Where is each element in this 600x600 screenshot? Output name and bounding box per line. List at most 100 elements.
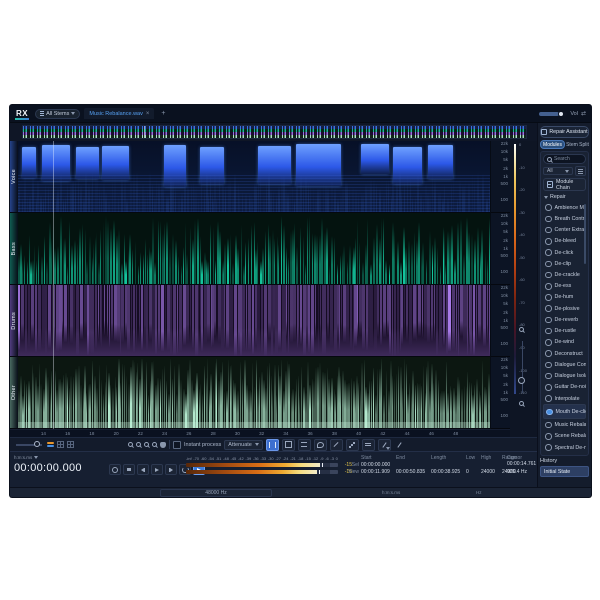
module-item-music-rebalance[interactable]: Music Rebalance: [543, 419, 586, 430]
file-tab[interactable]: Music Rebalance.wav ×: [84, 108, 155, 119]
tab-close-icon[interactable]: ×: [146, 111, 150, 117]
zoom-in-time-icon[interactable]: [136, 442, 141, 447]
module-item-de-clip[interactable]: De-clip: [543, 258, 586, 269]
category-filter-select[interactable]: All: [543, 167, 573, 175]
draw-tool[interactable]: [377, 438, 391, 451]
grid-settings-icon[interactable]: [57, 441, 64, 448]
module-label: Guitar De-noise: [554, 384, 587, 391]
pencil-tool[interactable]: [394, 440, 405, 450]
interpolate-icon: [545, 395, 552, 402]
module-label: De-reverb: [554, 316, 579, 323]
list-view-icon[interactable]: [575, 166, 586, 176]
volume-slider[interactable]: [539, 110, 568, 117]
section-repair[interactable]: Repair: [543, 193, 586, 200]
spectrogram-waveform-blend-slider[interactable]: [16, 441, 42, 448]
stem-label-drums[interactable]: Drums: [10, 285, 18, 356]
search-input[interactable]: [554, 156, 582, 162]
spectrogram-area: Voice Bass Drums Other 22k 10k 5k 2k 1k 500 100 22…: [10, 141, 537, 438]
frequency-selection-tool[interactable]: [297, 438, 311, 451]
brush-selection-tool[interactable]: [329, 438, 343, 451]
previous-button[interactable]: [137, 464, 149, 475]
overview-minimap[interactable]: [22, 125, 527, 139]
module-label: Ambience Match: [554, 204, 587, 211]
display-options-icon[interactable]: [67, 441, 74, 448]
spectrogram-track-voice[interactable]: [18, 141, 490, 212]
zoom-out-time-icon[interactable]: [128, 442, 133, 447]
module-label: Deconstruct: [554, 350, 583, 357]
zoom-tool-icon[interactable]: [152, 442, 157, 447]
module-label: Interpolate: [554, 395, 580, 402]
spectrogram-blend-icon[interactable]: [47, 442, 54, 447]
volume-slider-knob[interactable]: [558, 110, 565, 117]
stop-button[interactable]: [123, 464, 135, 475]
freq-tick-label: 5k: [503, 157, 508, 163]
stem-label-other[interactable]: Other: [10, 357, 18, 428]
module-item-breath-control[interactable]: Breath Control: [543, 213, 586, 224]
module-item-dialogue-contour[interactable]: Dialogue Contour: [543, 359, 586, 370]
module-item-de-plosive[interactable]: De-plosive: [543, 303, 586, 314]
vertical-zoom-knob[interactable]: [518, 377, 525, 384]
stem-label-bass[interactable]: Bass: [10, 213, 18, 284]
module-item-de-reverb[interactable]: De-reverb: [543, 314, 586, 325]
instant-process-checkbox[interactable]: [173, 440, 181, 449]
module-item-de-crackle[interactable]: De-crackle: [543, 269, 586, 280]
tab-modules[interactable]: Modules: [540, 140, 565, 149]
freq-tick-label: 1k: [503, 390, 508, 396]
time-selection-tool[interactable]: [265, 438, 279, 451]
module-item-de-ess[interactable]: De-ess: [543, 281, 586, 292]
vertical-zoom-slider[interactable]: [522, 341, 523, 393]
adjust-tool[interactable]: [361, 438, 375, 451]
record-button[interactable]: [109, 464, 121, 475]
ambience-match-icon: [545, 204, 552, 211]
module-item-ambience-match[interactable]: Ambience Match: [543, 202, 586, 213]
next-button[interactable]: [165, 464, 177, 475]
view-value: 00:00:11.909: [361, 469, 390, 475]
module-item-de-wind[interactable]: De-wind: [543, 337, 586, 348]
history-item[interactable]: Initial State: [540, 466, 589, 477]
module-list-scrollbar[interactable]: [584, 204, 586, 264]
selection-mode-select[interactable]: Attenuate: [224, 439, 263, 450]
level-meter[interactable]: -inf -70 -60 -54 -51 -48 -45 -42 -39 -36 -33 -30 -27…: [186, 456, 356, 475]
module-item-deconstruct[interactable]: Deconstruct: [543, 348, 586, 359]
freq-unit-label: Hz: [476, 490, 482, 495]
grab-hand-icon[interactable]: [160, 441, 166, 448]
time-tick-label: 40: [356, 431, 362, 436]
module-item-center-extract[interactable]: Center Extract: [543, 224, 586, 235]
col-header: High: [481, 455, 492, 461]
magic-wand-tool[interactable]: [345, 438, 359, 451]
spectrogram-track-drums[interactable]: [18, 285, 490, 356]
view-value: 00:00:38.925: [431, 469, 461, 475]
spectrogram-track-other[interactable]: [18, 357, 490, 428]
time-format-select[interactable]: h:m:s.ms: [14, 455, 39, 460]
time-frequency-selection-tool[interactable]: [281, 438, 295, 451]
view-value: 00:00:50.835: [396, 469, 426, 475]
repair-assistant-button[interactable]: Repair Assistant: [540, 126, 589, 138]
zoom-selection-icon[interactable]: [144, 442, 149, 447]
module-item-interpolate[interactable]: Interpolate: [543, 393, 586, 404]
legend-db-label: -70: [519, 299, 525, 305]
module-item-spectral-de-noise[interactable]: Spectral De-noise: [543, 442, 586, 453]
module-item-de-rustle[interactable]: De-rustle: [543, 326, 586, 337]
module-chain-item[interactable]: Module Chain: [543, 178, 586, 191]
output-routing-icon[interactable]: ⇄: [581, 110, 586, 117]
new-tab-button[interactable]: +: [158, 110, 168, 117]
legend-db-label: -60: [519, 277, 525, 283]
time-tick-label: 32: [259, 431, 265, 436]
stem-name: Drums: [11, 311, 17, 330]
module-item-de-click[interactable]: De-click: [543, 247, 586, 258]
module-item-guitar-de-noise[interactable]: Guitar De-noise: [543, 382, 586, 393]
module-item-mouth-de-click[interactable]: Mouth De-click: [543, 404, 586, 420]
module-item-scene-rebalance[interactable]: Scene Rebalance: [543, 431, 586, 442]
spectrogram-track-bass[interactable]: [18, 213, 490, 284]
lasso-selection-tool[interactable]: [313, 438, 327, 451]
tab-stem-split[interactable]: Stem Split: [566, 140, 589, 149]
module-item-de-bleed[interactable]: De-bleed: [543, 236, 586, 247]
module-search[interactable]: [543, 154, 586, 164]
stems-selector[interactable]: All Stems: [35, 108, 81, 119]
stem-label-voice[interactable]: Voice: [10, 141, 18, 212]
play-button[interactable]: [151, 464, 163, 475]
module-item-dialogue-isolate[interactable]: Dialogue Isolate: [543, 371, 586, 382]
vertical-zoom-in-icon[interactable]: [519, 401, 524, 406]
vertical-zoom-out-icon[interactable]: [519, 327, 524, 332]
module-item-de-hum[interactable]: De-hum: [543, 292, 586, 303]
